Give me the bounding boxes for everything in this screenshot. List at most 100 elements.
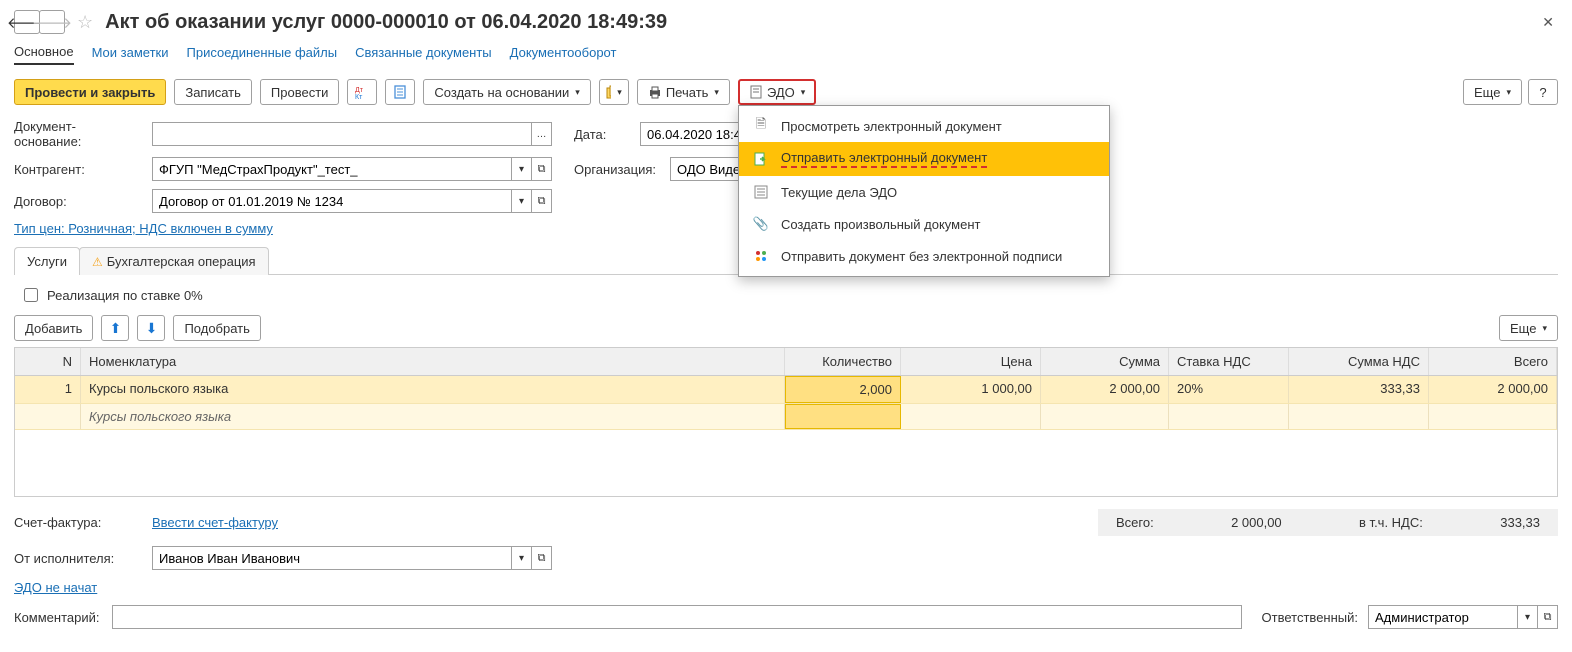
nav-forward-button[interactable]: 🡒: [39, 10, 65, 34]
edo-icon: [749, 85, 763, 99]
dtkt-icon: ДтКт: [355, 85, 369, 99]
edo-status-link[interactable]: ЭДО не начат: [14, 580, 97, 595]
basis-picker-button[interactable]: …: [532, 122, 552, 146]
edo-menu-view[interactable]: 🗎 Просмотреть электронный документ: [739, 110, 1109, 142]
org-label: Организация:: [574, 162, 660, 177]
move-up-button[interactable]: ⬆: [101, 315, 129, 341]
tab-workflow[interactable]: Документооборот: [510, 45, 617, 64]
zero-rate-label: Реализация по ставке 0%: [47, 288, 203, 303]
tab-files[interactable]: Присоединенные файлы: [187, 45, 338, 64]
totals-label: Всего:: [1116, 515, 1154, 530]
contract-input[interactable]: [152, 189, 512, 213]
totals-box: Всего: 2 000,00 в т.ч. НДС: 333,33: [1098, 509, 1558, 536]
pick-button[interactable]: Подобрать: [173, 315, 260, 341]
responsible-input[interactable]: [1368, 605, 1518, 629]
printer-icon: [648, 85, 662, 99]
counterparty-dropdown-button[interactable]: ▾: [512, 157, 532, 181]
counterparty-open-button[interactable]: ⧉: [532, 157, 552, 181]
counterparty-label: Контрагент:: [14, 162, 142, 177]
cell-vatsum[interactable]: 333,33: [1289, 376, 1429, 403]
chevron-down-icon: ▾: [1506, 87, 1511, 98]
add-row-button[interactable]: Добавить: [14, 315, 93, 341]
edo-menu-send[interactable]: Отправить электронный документ: [739, 142, 1109, 176]
report-icon: [393, 85, 407, 99]
col-header-n[interactable]: N: [15, 348, 81, 375]
chevron-down-icon: ▾: [1542, 323, 1547, 334]
post-button[interactable]: Провести: [260, 79, 340, 105]
totals-value: 2 000,00: [1231, 515, 1282, 530]
col-header-name[interactable]: Номенклатура: [81, 348, 785, 375]
contract-dropdown-button[interactable]: ▾: [512, 189, 532, 213]
tab-main[interactable]: Основное: [14, 44, 74, 65]
svg-text:Кт: Кт: [355, 94, 363, 99]
edo-button[interactable]: ЭДО▾: [738, 79, 816, 105]
comment-input[interactable]: [112, 605, 1242, 629]
chevron-down-icon: ▾: [575, 87, 580, 98]
performer-input[interactable]: [152, 546, 512, 570]
col-header-vat[interactable]: Ставка НДС: [1169, 348, 1289, 375]
table-row[interactable]: 1 Курсы польского языка 2,000 1 000,00 2…: [15, 376, 1557, 404]
basis-input[interactable]: [152, 122, 532, 146]
responsible-label: Ответственный:: [1262, 610, 1358, 625]
close-button[interactable]: ✕: [1538, 10, 1558, 35]
warning-icon: ⚠: [92, 255, 103, 269]
invoice-link[interactable]: Ввести счет-фактуру: [152, 515, 278, 530]
edo-dropdown-menu: 🗎 Просмотреть электронный документ Отпра…: [738, 105, 1110, 277]
responsible-dropdown-button[interactable]: ▾: [1518, 605, 1538, 629]
cell-price[interactable]: 1 000,00: [901, 376, 1041, 403]
page-title: Акт об оказании услуг 0000-000010 от 06.…: [105, 11, 667, 34]
post-and-close-button[interactable]: Провести и закрыть: [14, 79, 166, 105]
table-row-desc[interactable]: Курсы польского языка: [15, 404, 1557, 430]
cell-qty[interactable]: 2,000: [785, 376, 901, 403]
col-header-sum[interactable]: Сумма: [1041, 348, 1169, 375]
favorite-star-icon[interactable]: ☆: [77, 12, 93, 33]
comment-label: Комментарий:: [14, 610, 102, 625]
cell-sum[interactable]: 2 000,00: [1041, 376, 1169, 403]
cell-n[interactable]: 1: [15, 376, 81, 403]
performer-dropdown-button[interactable]: ▾: [512, 546, 532, 570]
contract-label: Договор:: [14, 194, 142, 209]
send-unsigned-icon: [753, 248, 769, 264]
document-icon: 🗎: [753, 118, 769, 134]
basis-label: Документ-основание:: [14, 119, 142, 149]
edo-menu-send-unsigned[interactable]: Отправить документ без электронной подпи…: [739, 240, 1109, 272]
col-header-price[interactable]: Цена: [901, 348, 1041, 375]
dtkt-button[interactable]: ДтКт: [347, 79, 377, 105]
chevron-down-icon: ▾: [617, 87, 622, 98]
counterparty-input[interactable]: [152, 157, 512, 181]
col-header-qty[interactable]: Количество: [785, 348, 901, 375]
copy-icon: [606, 85, 611, 99]
cell-name[interactable]: Курсы польского языка: [81, 376, 785, 403]
help-button[interactable]: ?: [1528, 79, 1558, 105]
table-more-button[interactable]: Еще▾: [1499, 315, 1558, 341]
services-grid: N Номенклатура Количество Цена Сумма Ста…: [14, 347, 1558, 497]
contract-open-button[interactable]: ⧉: [532, 189, 552, 213]
subtab-services[interactable]: Услуги: [14, 247, 80, 275]
list-icon: [753, 184, 769, 200]
cell-total[interactable]: 2 000,00: [1429, 376, 1557, 403]
price-type-link[interactable]: Тип цен: Розничная; НДС включен в сумму: [14, 221, 273, 236]
zero-rate-checkbox[interactable]: [24, 288, 38, 302]
edo-menu-current[interactable]: Текущие дела ЭДО: [739, 176, 1109, 208]
create-from-button[interactable]: Создать на основании▾: [423, 79, 590, 105]
attachment-icon: 📎: [753, 216, 769, 232]
vat-incl-label: в т.ч. НДС:: [1359, 515, 1423, 530]
subtab-accounting[interactable]: ⚠ Бухгалтерская операция: [79, 247, 269, 275]
tab-related[interactable]: Связанные документы: [355, 45, 492, 64]
print-button[interactable]: Печать▾: [637, 79, 730, 105]
save-button[interactable]: Записать: [174, 79, 252, 105]
move-down-button[interactable]: ⬇: [137, 315, 165, 341]
edo-menu-create-custom[interactable]: 📎 Создать произвольный документ: [739, 208, 1109, 240]
responsible-open-button[interactable]: ⧉: [1538, 605, 1558, 629]
cell-desc[interactable]: Курсы польского языка: [81, 404, 785, 429]
report-button[interactable]: [385, 79, 415, 105]
performer-label: От исполнителя:: [14, 551, 142, 566]
performer-open-button[interactable]: ⧉: [532, 546, 552, 570]
svg-text:Дт: Дт: [355, 87, 364, 94]
col-header-total[interactable]: Всего: [1429, 348, 1557, 375]
copy-button[interactable]: ▾: [599, 79, 629, 105]
cell-vat[interactable]: 20%: [1169, 376, 1289, 403]
more-button[interactable]: Еще▾: [1463, 79, 1522, 105]
tab-notes[interactable]: Мои заметки: [92, 45, 169, 64]
col-header-vatsum[interactable]: Сумма НДС: [1289, 348, 1429, 375]
